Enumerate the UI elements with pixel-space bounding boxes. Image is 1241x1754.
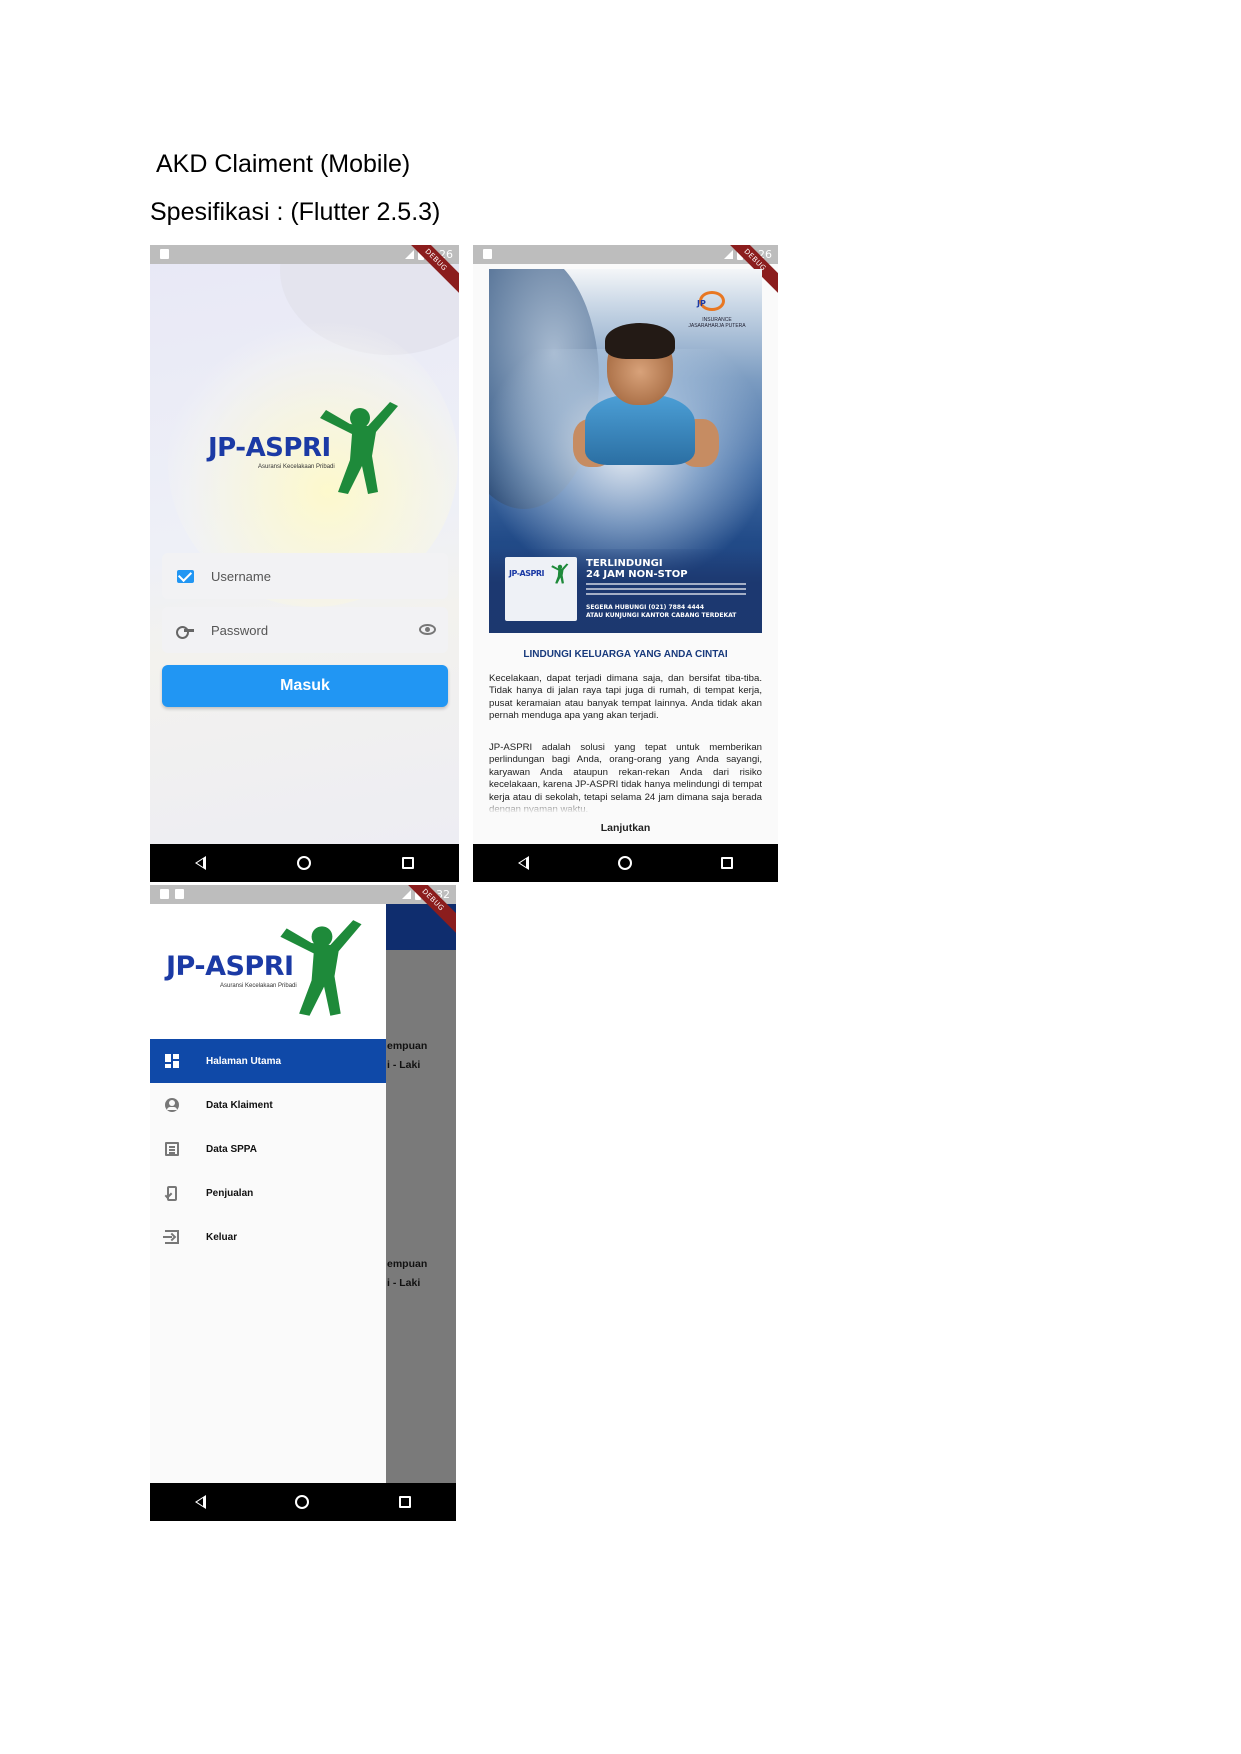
poster-contact-line: SEGERA HUBUNGI (021) 7884 4444 xyxy=(586,604,704,611)
back-icon[interactable] xyxy=(194,1495,206,1509)
drawer-item-data-klaiment[interactable]: Data Klaiment xyxy=(150,1083,386,1127)
drawer-item-data-sppa[interactable]: Data SPPA xyxy=(150,1127,386,1171)
poster-logo-box: JP-ASPRI xyxy=(505,557,577,621)
exit-icon xyxy=(163,1230,179,1244)
password-placeholder: Password xyxy=(211,622,269,638)
continue-button[interactable]: Lanjutkan xyxy=(473,822,778,834)
drawer-item-label: Keluar xyxy=(206,1231,238,1243)
background-list-text: empuan xyxy=(387,1258,428,1270)
logo-tagline: Asuransi Kecelakaan Pribadi xyxy=(220,983,297,989)
app-logo: JP-ASPRI Asuransi Kecelakaan Pribadi xyxy=(208,400,398,500)
background-list-text: empuan xyxy=(387,1040,428,1052)
logo-tagline: Asuransi Kecelakaan Pribadi xyxy=(258,464,335,470)
drawer-item-keluar[interactable]: Keluar xyxy=(150,1215,386,1259)
drawer-screen: empuan i - Laki empuan i - Laki empuan 3… xyxy=(150,885,456,1521)
poster-mini-logo: JP-ASPRI xyxy=(509,569,544,578)
intro-heading: LINDUNGI KELUARGA YANG ANDA CINTAI xyxy=(523,649,728,660)
drawer-header: JP-ASPRI Asuransi Kecelakaan Pribadi xyxy=(150,904,386,1039)
drawer-item-penjualan[interactable]: Penjualan xyxy=(150,1171,386,1215)
figure-logo-icon xyxy=(551,563,569,584)
back-icon[interactable] xyxy=(195,856,207,870)
background-list-text: i - Laki xyxy=(387,1277,421,1289)
drawer-item-label: Data SPPA xyxy=(206,1143,257,1155)
android-nav-bar xyxy=(150,1483,456,1521)
account-circle-icon xyxy=(165,1098,179,1112)
poster-brand: JP xyxy=(697,299,706,308)
intro-screen: 3:26 DEBUG JP INSURANCE JASARAHARJA PUTE… xyxy=(473,245,778,882)
poster-child-body xyxy=(585,395,695,465)
home-icon[interactable] xyxy=(295,1495,310,1509)
eye-icon[interactable] xyxy=(419,624,436,635)
background-list-text: i - Laki xyxy=(387,1059,421,1071)
document-title: AKD Claiment (Mobile) xyxy=(156,150,411,178)
poster-headline: TERLINDUNGI 24 JAM NON-STOP xyxy=(586,558,688,580)
android-nav-bar xyxy=(473,844,778,882)
drawer-item-halaman-utama[interactable]: Halaman Utama xyxy=(150,1039,386,1083)
home-icon[interactable] xyxy=(296,856,311,870)
navigation-drawer: JP-ASPRI Asuransi Kecelakaan Pribadi Hal… xyxy=(150,904,386,1483)
recent-apps-icon[interactable] xyxy=(399,1496,412,1508)
poster-child-hair xyxy=(605,323,675,359)
dashboard-icon xyxy=(165,1054,179,1068)
poster-headline-line: TERLINDUNGI xyxy=(586,558,663,569)
android-nav-bar xyxy=(150,844,459,882)
drawer-item-label: Halaman Utama xyxy=(206,1055,282,1067)
poster-contact: SEGERA HUBUNGI (021) 7884 4444 ATAU KUNJ… xyxy=(586,604,736,620)
notification-icon xyxy=(160,249,169,259)
library-books-icon xyxy=(165,1142,179,1156)
document-subtitle: Spesifikasi : (Flutter 2.5.3) xyxy=(150,198,441,226)
poster-company: INSURANCE JASARAHARJA PUTERA xyxy=(688,317,746,329)
logo-text: JP-ASPRI xyxy=(166,951,294,982)
recent-apps-icon[interactable] xyxy=(721,857,734,869)
username-placeholder: Username xyxy=(211,568,271,584)
poster-headline-line: 24 JAM NON-STOP xyxy=(586,569,688,580)
promo-poster: JP INSURANCE JASARAHARJA PUTERA JP-ASPRI… xyxy=(489,269,762,633)
app-notification-icon xyxy=(175,889,184,899)
drawer-item-label: Data Klaiment xyxy=(206,1099,273,1111)
status-bar: 3:26 xyxy=(150,245,459,264)
login-button[interactable]: Masuk xyxy=(162,665,448,707)
notification-icon xyxy=(160,889,169,899)
signal-icon xyxy=(724,250,734,259)
logo-text: JP-ASPRI xyxy=(208,433,331,463)
back-icon[interactable] xyxy=(517,856,529,870)
home-icon[interactable] xyxy=(617,856,632,870)
key-icon xyxy=(176,625,194,639)
signal-icon xyxy=(402,890,412,899)
poster-contact-line: ATAU KUNJUNGI KANTOR CABANG TERDEKAT xyxy=(586,612,737,619)
phone-check-icon xyxy=(167,1185,177,1201)
password-field[interactable]: Password xyxy=(162,607,448,653)
username-field[interactable]: Username xyxy=(162,553,448,599)
drawer-item-label: Penjualan xyxy=(206,1187,254,1199)
notification-icon xyxy=(483,249,492,259)
figure-logo-icon xyxy=(320,402,398,494)
intro-paragraph: Kecelakaan, dapat terjadi dimana saja, d… xyxy=(489,673,762,722)
app-logo: JP-ASPRI Asuransi Kecelakaan Pribadi xyxy=(166,918,376,1028)
scroll-fade xyxy=(473,805,778,819)
recent-apps-icon[interactable] xyxy=(401,857,414,869)
signal-icon xyxy=(405,250,415,259)
login-screen: 3:26 DEBUG JP-ASPRI Asuransi Kecelakaan … xyxy=(150,245,459,882)
email-icon xyxy=(176,569,194,583)
poster-fine-print xyxy=(586,583,746,598)
